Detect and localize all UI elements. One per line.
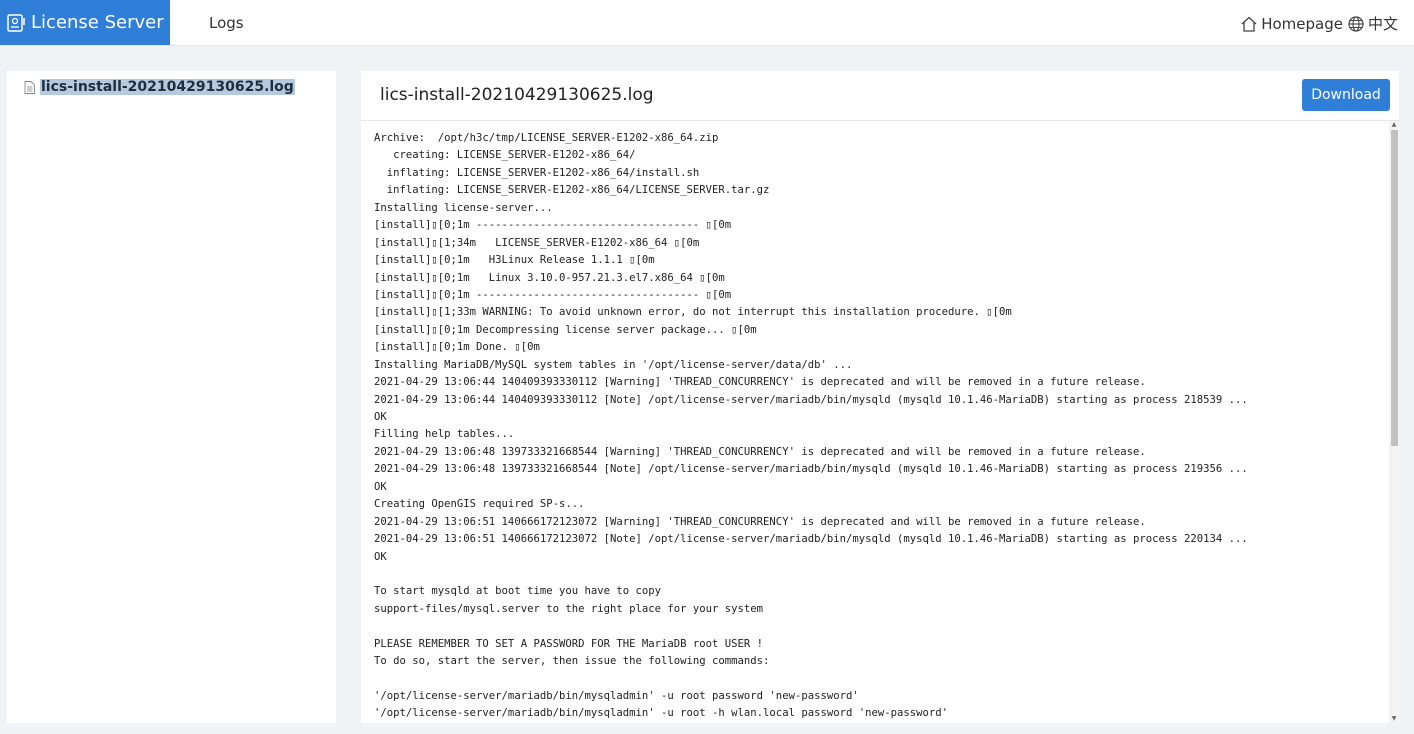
log-line: inflating: LICENSE_SERVER-E1202-x86_64/L…: [374, 184, 770, 197]
brand-link[interactable]: License Server: [0, 0, 170, 45]
log-line: '/opt/license-server/mariadb/bin/mysqlad…: [374, 707, 949, 720]
log-line: Installing license-server...: [374, 201, 553, 214]
top-navbar: License Server Logs Homepage 中文: [0, 0, 1414, 46]
log-line: [install]▯[0;1m Decompressing license se…: [374, 323, 757, 336]
home-icon: [1241, 16, 1257, 32]
log-line: [install]▯[0;1m Done. ▯[0m: [374, 341, 540, 354]
download-button[interactable]: Download: [1302, 79, 1390, 111]
log-line: 2021-04-29 13:06:48 139733321668544 [War…: [374, 445, 1146, 458]
log-line: [install]▯[1;33m WARNING: To avoid unkno…: [374, 306, 1012, 319]
log-content-area[interactable]: Archive: /opt/h3c/tmp/LICENSE_SERVER-E12…: [361, 121, 1399, 723]
log-line: [install]▯[0;1m ------------------------…: [374, 288, 732, 301]
log-file-tree: lics-install-20210429130625.log: [7, 71, 336, 723]
language-label: 中文: [1367, 15, 1398, 33]
log-line: [install]▯[0;1m ------------------------…: [374, 219, 732, 232]
vertical-scrollbar[interactable]: ▲ ▼: [1389, 121, 1399, 723]
log-line: OK: [374, 411, 387, 423]
license-icon: [7, 13, 25, 32]
log-line: Filling help tables...: [374, 428, 515, 441]
tree-item-log-file[interactable]: lics-install-20210429130625.log: [24, 79, 295, 95]
log-line: To do so, start the server, then issue t…: [374, 655, 770, 668]
log-line: Creating OpenGIS required SP-s...: [374, 498, 585, 511]
globe-icon: [1348, 15, 1364, 32]
log-line: inflating: LICENSE_SERVER-E1202-x86_64/i…: [374, 166, 700, 179]
brand-label: License Server: [31, 12, 164, 33]
log-line: 2021-04-29 13:06:48 139733321668544 [Not…: [374, 463, 1248, 476]
log-line: '/opt/license-server/mariadb/bin/mysqlad…: [374, 690, 859, 702]
homepage-link[interactable]: Homepage: [1240, 15, 1343, 33]
log-line: 2021-04-29 13:06:51 140666172123072 [War…: [374, 515, 1146, 528]
log-line: PLEASE REMEMBER TO SET A PASSWORD FOR TH…: [374, 637, 764, 650]
scroll-down-arrow-icon[interactable]: ▼: [1390, 716, 1398, 722]
log-text: Archive: /opt/h3c/tmp/LICENSE_SERVER-E12…: [374, 130, 1384, 723]
homepage-label: Homepage: [1261, 14, 1343, 33]
log-viewer-header: lics-install-20210429130625.log Download: [361, 71, 1399, 121]
log-line: To start mysqld at boot time you have to…: [374, 585, 662, 598]
scroll-up-arrow-icon[interactable]: ▲: [1390, 122, 1398, 128]
log-line: Archive: /opt/h3c/tmp/LICENSE_SERVER-E12…: [374, 132, 719, 144]
log-file-title: lics-install-20210429130625.log: [380, 85, 654, 105]
scrollbar-thumb[interactable]: [1391, 130, 1398, 446]
log-line: [install]▯[1;34m LICENSE_SERVER-E1202-x8…: [374, 236, 700, 249]
log-line: [install]▯[0;1m Linux 3.10.0-957.21.3.el…: [374, 271, 725, 284]
log-line: OK: [374, 550, 387, 563]
file-icon: [24, 80, 35, 94]
nav-logs[interactable]: Logs: [209, 14, 244, 32]
log-line: support-files/mysql.server to the right …: [374, 602, 764, 615]
log-line: OK: [374, 480, 387, 493]
log-viewer-panel: lics-install-20210429130625.log Download…: [361, 71, 1399, 723]
language-switch[interactable]: 中文: [1347, 13, 1398, 34]
log-line: creating: LICENSE_SERVER-E1202-x86_64/: [374, 149, 636, 162]
log-line: [install]▯[0;1m H3Linux Release 1.1.1 ▯[…: [374, 254, 655, 267]
log-line: Installing MariaDB/MySQL system tables i…: [374, 358, 853, 371]
log-line: 2021-04-29 13:06:44 140409393330112 [Not…: [374, 393, 1248, 406]
log-line: 2021-04-29 13:06:44 140409393330112 [War…: [374, 376, 1146, 389]
log-line: 2021-04-29 13:06:51 140666172123072 [Not…: [374, 533, 1248, 546]
top-right-links: Homepage 中文: [1240, 13, 1398, 34]
tree-item-label: lics-install-20210429130625.log: [40, 79, 295, 95]
